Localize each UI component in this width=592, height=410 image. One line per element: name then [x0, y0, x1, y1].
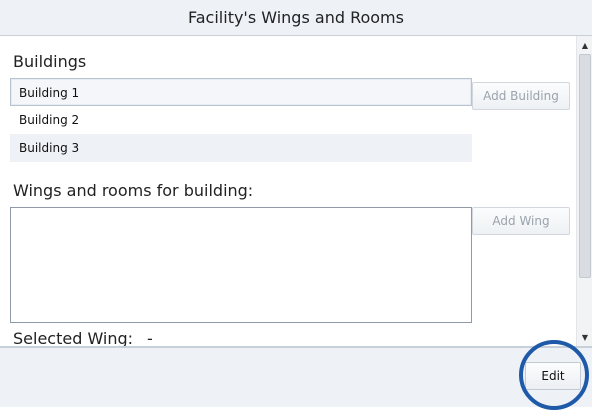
scroll-down-icon[interactable]: ▼	[577, 330, 592, 344]
content-panel: Buildings Building 1 Building 2 Building…	[4, 36, 576, 346]
window-title: Facility's Wings and Rooms	[0, 0, 592, 36]
footer-bar	[0, 348, 592, 407]
add-building-button[interactable]: Add Building	[472, 82, 570, 110]
list-item-building-3[interactable]: Building 3	[10, 134, 472, 162]
scrollbar-thumb[interactable]	[579, 54, 591, 278]
selected-wing-label: Selected Wing:	[13, 329, 134, 346]
add-wing-button[interactable]: Add Wing	[472, 207, 570, 235]
buildings-label: Buildings	[13, 52, 87, 71]
scroll-up-icon[interactable]: ▲	[577, 38, 592, 52]
wings-label: Wings and rooms for building:	[13, 181, 254, 200]
selected-wing-row: Selected Wing: -	[13, 329, 153, 346]
selected-wing-value: -	[147, 329, 153, 346]
wings-list[interactable]	[10, 207, 472, 323]
vertical-scrollbar[interactable]: ▲ ▼	[576, 36, 592, 346]
list-item-building-2[interactable]: Building 2	[10, 106, 472, 134]
edit-button[interactable]: Edit	[525, 362, 581, 390]
facility-wings-rooms-window: Facility's Wings and Rooms Buildings Bui…	[0, 0, 592, 410]
buildings-list: Building 1 Building 2 Building 3	[10, 78, 472, 162]
list-item-building-1[interactable]: Building 1	[10, 78, 472, 106]
